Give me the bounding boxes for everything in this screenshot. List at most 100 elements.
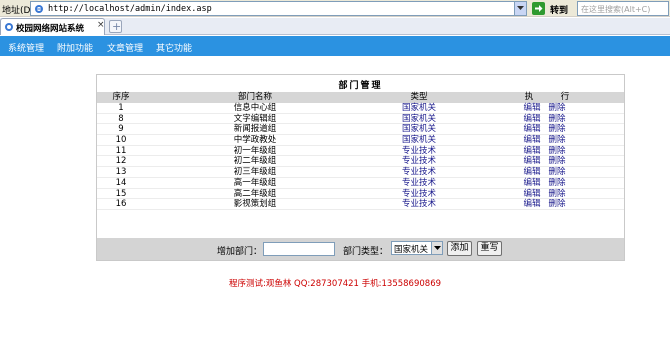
chevron-down-icon — [434, 246, 441, 250]
department-type-label: 部门类型： — [343, 247, 389, 257]
delete-link[interactable]: 删除 — [546, 114, 568, 124]
table-row: 8 文字编辑组 国家机关 编辑 删除 — [97, 114, 624, 125]
row-order: 8 — [118, 113, 124, 124]
row-department-type: 专业技术 — [401, 188, 436, 199]
table-row: 15 高二年级组 专业技术 编辑 删除 — [97, 189, 624, 200]
department-panel: 部门管理 序序 部门名称 类型 执 行 1 信息中心组 国家机关 编辑 删除 8 文字编辑组… — [96, 74, 625, 261]
nav-item-system[interactable]: 系统管理 — [8, 41, 44, 54]
search-placeholder: 在这里搜索(Alt+C) — [581, 5, 651, 14]
row-order: 15 — [115, 188, 127, 199]
row-order: 16 — [115, 199, 127, 210]
row-department-type: 国家机关 — [401, 135, 436, 146]
tab-close-icon[interactable]: × — [97, 20, 105, 30]
table-row: 14 高一年级组 专业技术 编辑 删除 — [97, 178, 624, 189]
row-department-name: 高二年级组 — [233, 188, 277, 199]
header-actions-b: 行 — [560, 92, 570, 102]
delete-link[interactable]: 删除 — [546, 146, 568, 156]
table-row: 16 影视策划组 专业技术 编辑 删除 — [97, 199, 624, 210]
row-department-name: 初一年级组 — [233, 145, 277, 156]
row-department-type: 国家机关 — [401, 124, 436, 135]
site-navbar: 系统管理 附加功能 文章管理 其它功能 — [0, 36, 670, 56]
new-tab-button[interactable]: + — [109, 20, 122, 33]
edit-link[interactable]: 编辑 — [521, 156, 543, 166]
row-department-name: 初三年级组 — [233, 167, 277, 178]
go-button[interactable]: 转到 — [532, 1, 574, 16]
department-type-select[interactable]: 国家机关 — [391, 241, 443, 255]
edit-link[interactable]: 编辑 — [521, 178, 543, 188]
edit-link[interactable]: 编辑 — [521, 114, 543, 124]
row-department-name: 信息中心组 — [233, 103, 277, 113]
delete-link[interactable]: 删除 — [546, 178, 568, 188]
table-row: 11 初一年级组 专业技术 编辑 删除 — [97, 146, 624, 157]
table-body: 1 信息中心组 国家机关 编辑 删除 8 文字编辑组 国家机关 编辑 删除 9 新闻报道组 国家机关 编辑… — [97, 103, 624, 210]
table-row: 13 初三年级组 专业技术 编辑 删除 — [97, 167, 624, 178]
header-name: 部门名称 — [237, 92, 272, 102]
edit-link[interactable]: 编辑 — [521, 199, 543, 209]
row-order: 14 — [115, 177, 127, 188]
row-department-name: 高一年级组 — [233, 177, 277, 188]
row-department-name: 中学政教处 — [233, 135, 277, 146]
nav-item-articles[interactable]: 文章管理 — [107, 41, 143, 54]
delete-link[interactable]: 删除 — [546, 199, 568, 209]
row-department-name: 初二年级组 — [233, 156, 277, 167]
row-department-name: 新闻报道组 — [233, 124, 277, 135]
tab-title: 校园网络网站系统 — [16, 24, 85, 34]
ie-page-icon — [34, 4, 44, 14]
ie-favicon-icon — [4, 22, 14, 32]
reset-button[interactable]: 重写 — [477, 241, 502, 256]
search-input[interactable]: 在这里搜索(Alt+C) — [577, 1, 669, 16]
row-department-name: 影视策划组 — [233, 199, 277, 210]
delete-link[interactable]: 删除 — [546, 167, 568, 177]
header-actions-a: 执 — [524, 92, 534, 102]
row-order: 11 — [115, 145, 127, 156]
add-department-label: 增加部门： — [217, 247, 263, 257]
add-department-form: 增加部门： 部门类型： 国家机关 添加 重写 — [97, 238, 624, 260]
add-button[interactable]: 添加 — [447, 241, 472, 256]
table-row: 10 中学政教处 国家机关 编辑 删除 — [97, 135, 624, 146]
go-label: 转到 — [550, 6, 569, 16]
green-arrow-icon — [532, 2, 545, 15]
department-name-input[interactable] — [263, 242, 335, 256]
row-department-type: 专业技术 — [401, 177, 436, 188]
row-department-type: 国家机关 — [401, 113, 436, 124]
row-department-type: 专业技术 — [401, 145, 436, 156]
edit-link[interactable]: 编辑 — [521, 103, 543, 113]
department-type-value: 国家机关 — [394, 245, 429, 255]
row-order: 1 — [118, 103, 124, 113]
delete-link[interactable]: 删除 — [546, 103, 568, 113]
tab-strip: 校园网络网站系统 × + — [0, 18, 670, 35]
header-order: 序序 — [112, 92, 130, 102]
row-department-type: 专业技术 — [401, 199, 436, 210]
delete-link[interactable]: 删除 — [546, 189, 568, 199]
table-row: 12 初二年级组 专业技术 编辑 删除 — [97, 156, 624, 168]
address-input[interactable]: http://localhost/admin/index.asp — [30, 1, 527, 16]
panel-title: 部门管理 — [97, 75, 624, 92]
header-type: 类型 — [410, 92, 428, 102]
row-order: 12 — [115, 156, 127, 167]
edit-link[interactable]: 编辑 — [521, 189, 543, 199]
row-department-name: 文字编辑组 — [233, 113, 277, 124]
table-row: 9 新闻报道组 国家机关 编辑 删除 — [97, 124, 624, 136]
edit-link[interactable]: 编辑 — [521, 124, 543, 134]
delete-link[interactable]: 删除 — [546, 156, 568, 166]
row-order: 9 — [118, 124, 124, 135]
row-department-type: 国家机关 — [401, 103, 436, 113]
address-bar-row: 地址(D) http://localhost/admin/index.asp 转… — [0, 0, 670, 17]
chevron-down-icon — [517, 6, 524, 10]
row-department-type: 专业技术 — [401, 156, 436, 167]
table-row: 1 信息中心组 国家机关 编辑 删除 — [97, 103, 624, 114]
edit-link[interactable]: 编辑 — [521, 135, 543, 145]
delete-link[interactable]: 删除 — [546, 124, 568, 134]
nav-item-other[interactable]: 其它功能 — [156, 41, 192, 54]
row-department-type: 专业技术 — [401, 167, 436, 178]
edit-link[interactable]: 编辑 — [521, 146, 543, 156]
tab-active[interactable]: 校园网络网站系统 × — [0, 18, 105, 35]
delete-link[interactable]: 删除 — [546, 135, 568, 145]
address-dropdown-button[interactable] — [514, 2, 526, 15]
credit-text: 程序测试:观鱼林 QQ:287307421 手机:13558690869 — [228, 279, 442, 289]
nav-item-addons[interactable]: 附加功能 — [57, 41, 93, 54]
row-order: 13 — [115, 167, 127, 178]
table-header: 序序 部门名称 类型 执 行 — [97, 92, 624, 103]
edit-link[interactable]: 编辑 — [521, 167, 543, 177]
plus-icon: + — [112, 20, 122, 33]
